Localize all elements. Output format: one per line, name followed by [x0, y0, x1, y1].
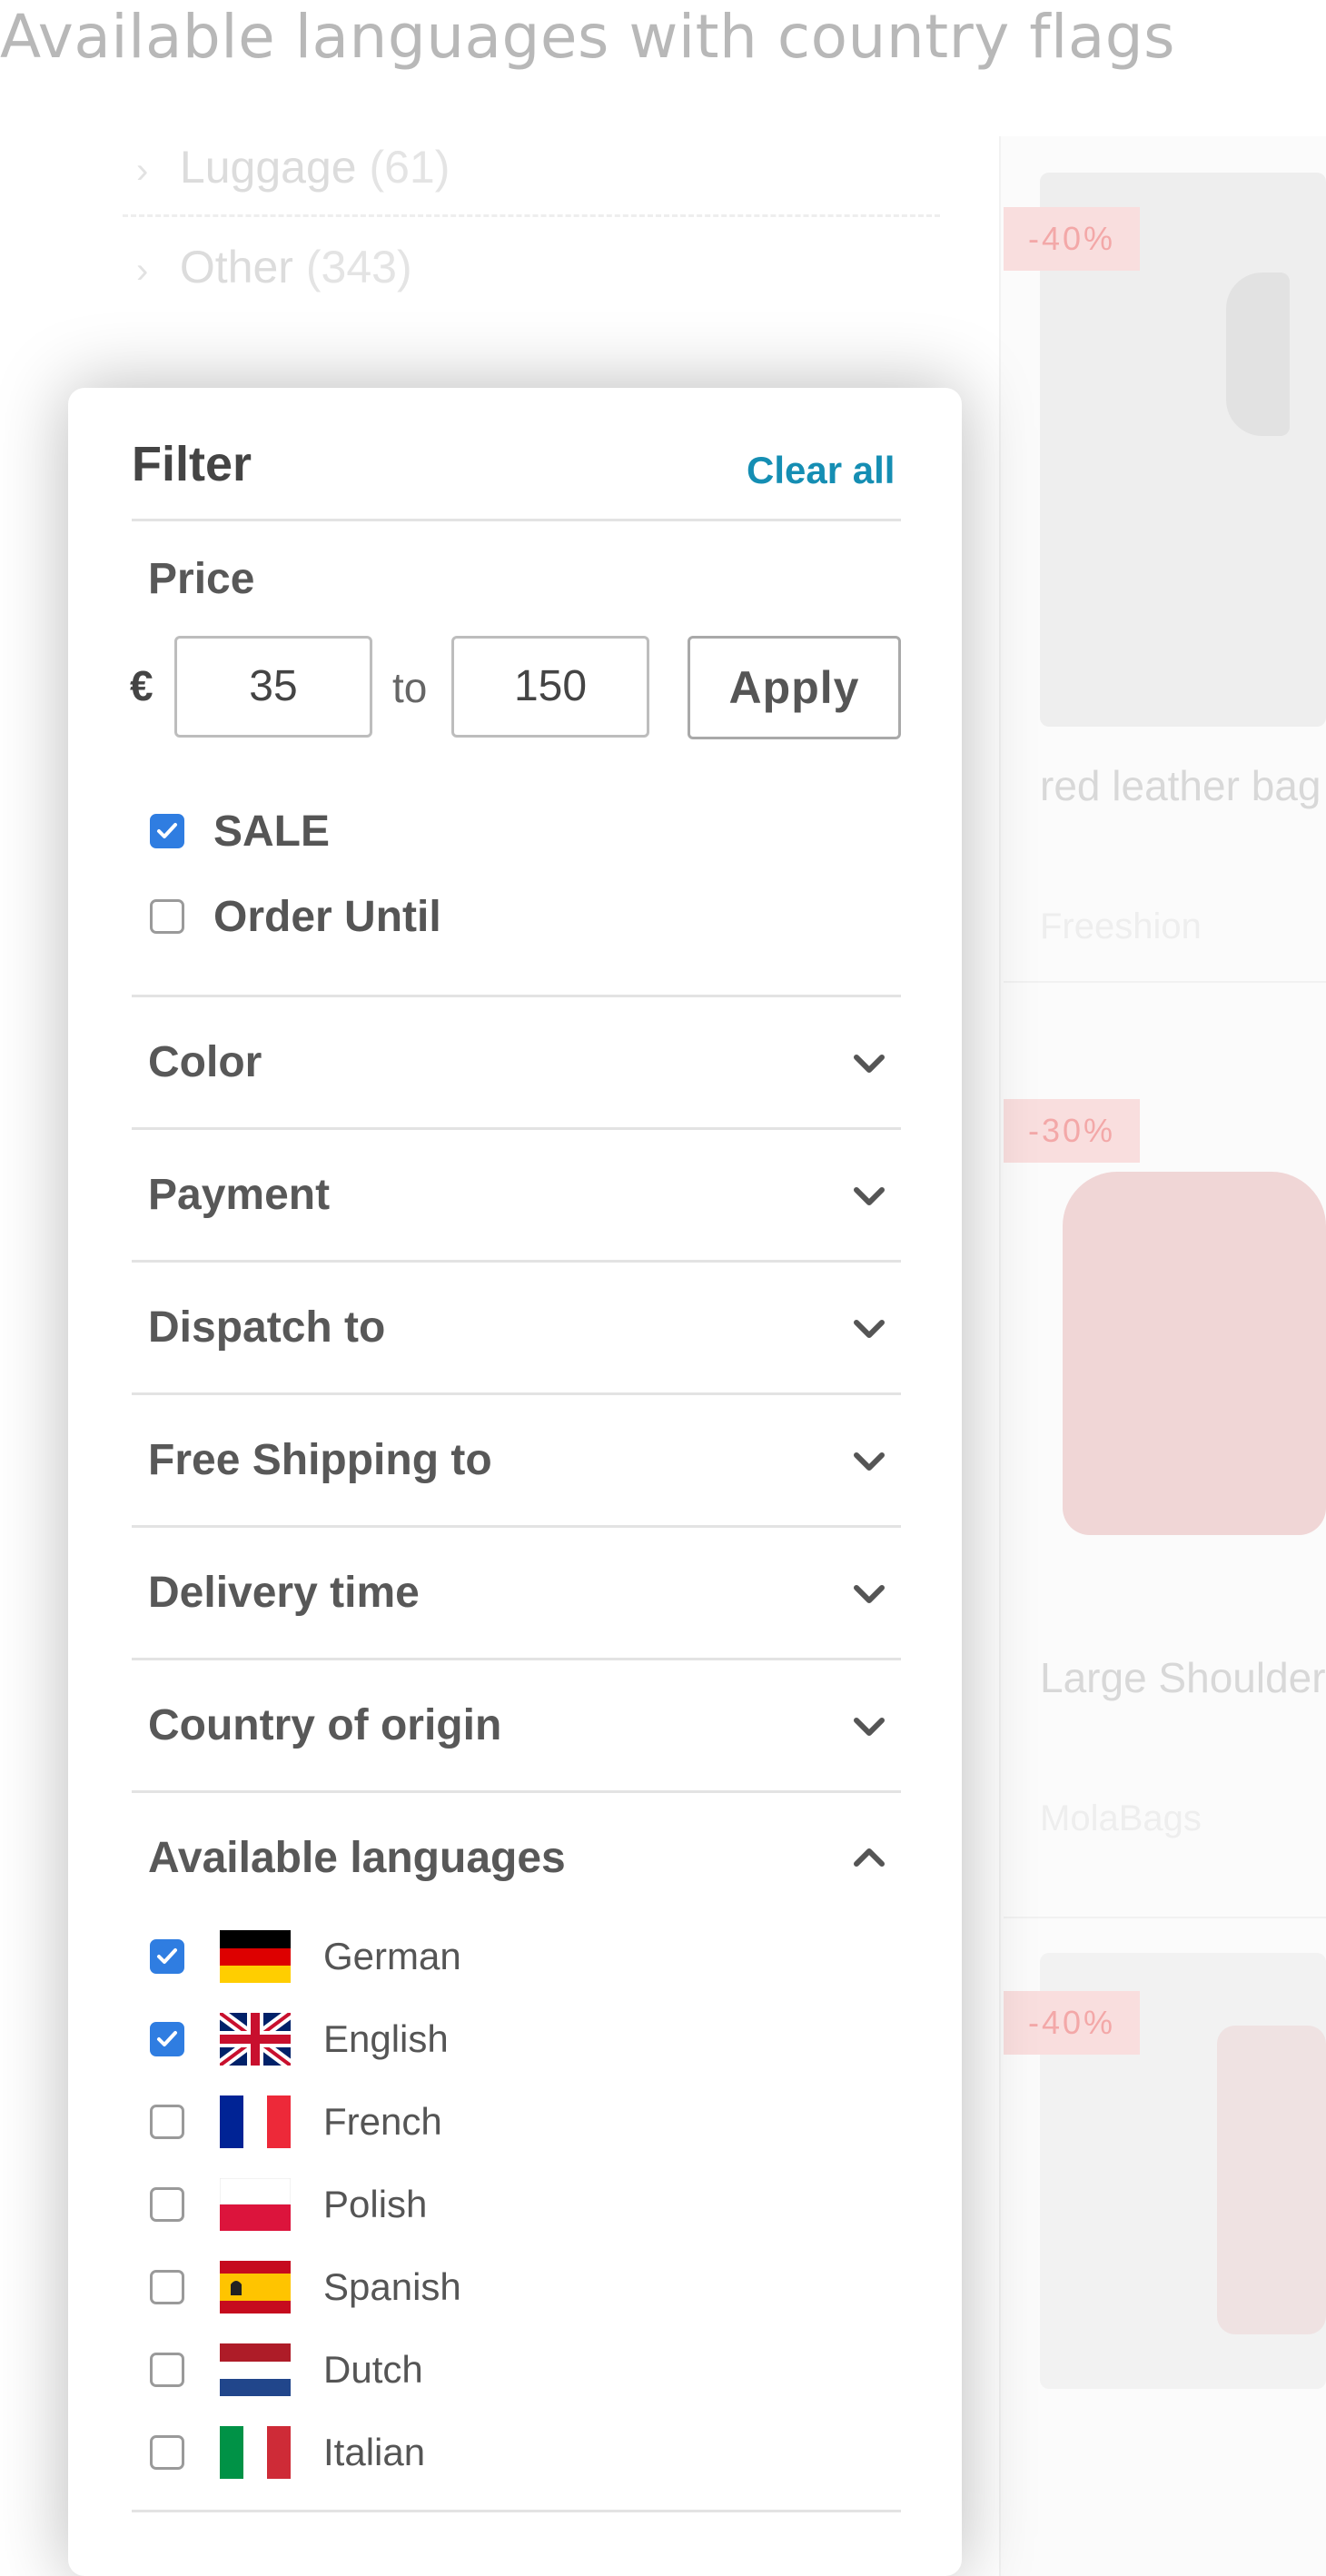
- language-checkbox-dutch[interactable]: [150, 2353, 184, 2387]
- clear-all-link[interactable]: Clear all: [747, 449, 895, 492]
- chevron-right-icon: ›: [136, 251, 149, 291]
- divider: [132, 2510, 901, 2512]
- chevron-down-icon[interactable]: [851, 1183, 887, 1210]
- check-icon: [157, 2031, 177, 2046]
- price-label: Price: [148, 555, 255, 603]
- section-country-of-origin[interactable]: Country of origin: [148, 1700, 501, 1750]
- language-checkbox-spanish[interactable]: [150, 2270, 184, 2304]
- filter-title: Filter: [132, 437, 252, 491]
- price-to-label: to: [392, 664, 428, 711]
- product-brand[interactable]: Freeshion: [1040, 907, 1202, 947]
- chevron-right-icon: ›: [136, 151, 149, 191]
- spain-flag-icon: [220, 2261, 291, 2313]
- germany-flag-icon: [220, 1930, 291, 1983]
- chevron-down-icon[interactable]: [851, 1580, 887, 1608]
- language-label-german[interactable]: German: [323, 1935, 461, 1978]
- product-image[interactable]: [1063, 1172, 1326, 1535]
- discount-badge: -40%: [1004, 1991, 1140, 2055]
- language-label-french[interactable]: French: [323, 2100, 442, 2144]
- chevron-down-icon[interactable]: [851, 1315, 887, 1342]
- uk-flag-icon: [220, 2013, 291, 2066]
- discount-badge: -30%: [1004, 1099, 1140, 1163]
- divider: [132, 1658, 901, 1660]
- chevron-down-icon[interactable]: [851, 1448, 887, 1475]
- chevron-up-icon[interactable]: [851, 1844, 887, 1871]
- order-until-checkbox[interactable]: [150, 899, 184, 934]
- section-dispatch-to[interactable]: Dispatch to: [148, 1303, 385, 1352]
- language-label-italian[interactable]: Italian: [323, 2431, 425, 2474]
- divider: [132, 519, 901, 521]
- language-checkbox-english[interactable]: [150, 2022, 184, 2056]
- divider: [132, 1260, 901, 1263]
- divider: [132, 1790, 901, 1793]
- product-bag-shape: [1226, 272, 1290, 436]
- category-label: Other: [179, 242, 293, 292]
- section-available-languages[interactable]: Available languages: [148, 1833, 566, 1883]
- language-checkbox-italian[interactable]: [150, 2435, 184, 2470]
- category-label: Luggage: [179, 142, 357, 193]
- language-label-english[interactable]: English: [323, 2017, 449, 2061]
- category-item-luggage[interactable]: › Luggage (61): [136, 141, 450, 193]
- product-bag-shape: [1217, 2026, 1326, 2334]
- sale-label[interactable]: SALE: [213, 807, 330, 857]
- sale-checkbox[interactable]: [150, 814, 184, 848]
- section-payment[interactable]: Payment: [148, 1170, 330, 1220]
- category-count: (343): [305, 242, 412, 292]
- language-checkbox-german[interactable]: [150, 1939, 184, 1974]
- product-title[interactable]: Large Shoulder: [1040, 1653, 1326, 1702]
- category-count: (61): [369, 142, 450, 193]
- divider: [1004, 1917, 1326, 1918]
- netherlands-flag-icon: [220, 2343, 291, 2396]
- section-delivery-time[interactable]: Delivery time: [148, 1568, 420, 1618]
- divider: [1004, 981, 1326, 983]
- france-flag-icon: [220, 2095, 291, 2148]
- check-icon: [157, 823, 177, 838]
- category-item-other[interactable]: › Other (343): [136, 241, 412, 293]
- language-checkbox-french[interactable]: [150, 2105, 184, 2139]
- product-brand[interactable]: MolaBags: [1040, 1798, 1202, 1839]
- section-color[interactable]: Color: [148, 1037, 262, 1087]
- language-checkbox-polish[interactable]: [150, 2187, 184, 2222]
- divider: [132, 1127, 901, 1130]
- product-title[interactable]: red leather bag: [1040, 761, 1321, 810]
- price-max-input[interactable]: 150: [451, 636, 649, 738]
- discount-badge: -40%: [1004, 207, 1140, 271]
- check-icon: [157, 1948, 177, 1964]
- language-label-spanish[interactable]: Spanish: [323, 2265, 461, 2309]
- divider: [132, 995, 901, 997]
- divider: [132, 1525, 901, 1528]
- section-free-shipping-to[interactable]: Free Shipping to: [148, 1435, 492, 1485]
- language-label-polish[interactable]: Polish: [323, 2183, 427, 2226]
- chevron-down-icon[interactable]: [851, 1713, 887, 1740]
- divider: [132, 1392, 901, 1395]
- italy-flag-icon: [220, 2426, 291, 2479]
- language-label-dutch[interactable]: Dutch: [323, 2348, 423, 2392]
- page-heading: Available languages with country flags: [0, 2, 1176, 72]
- apply-button[interactable]: Apply: [688, 636, 901, 739]
- order-until-label[interactable]: Order Until: [213, 892, 441, 942]
- poland-flag-icon: [220, 2178, 291, 2231]
- price-min-input[interactable]: 35: [174, 636, 372, 738]
- chevron-down-icon[interactable]: [851, 1050, 887, 1077]
- divider: [123, 214, 940, 217]
- currency-symbol: €: [130, 662, 153, 709]
